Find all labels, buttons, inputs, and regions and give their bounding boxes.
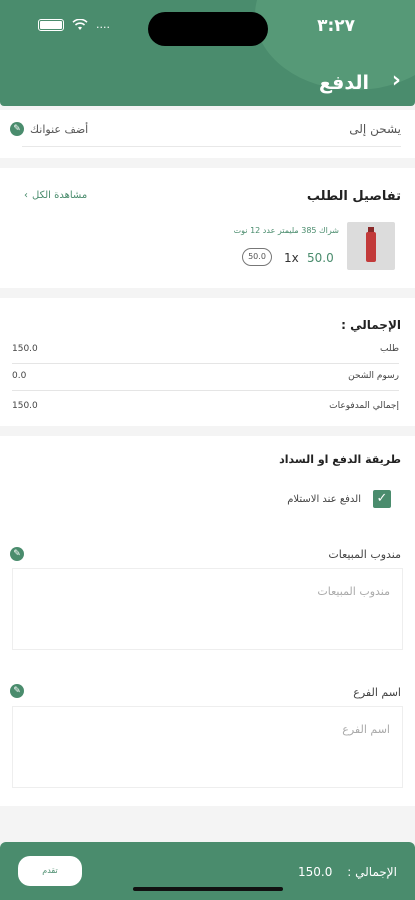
chevron-left-icon: ‹: [24, 190, 28, 201]
view-all-label: مشاهدة الكل: [32, 190, 88, 201]
page-title: الدفع: [318, 72, 369, 94]
branch-placeholder: اسم الفرع: [342, 723, 390, 736]
add-address-label: أضف عنوانك: [30, 122, 89, 136]
edit-icon[interactable]: ✎: [10, 684, 24, 698]
totals-row-value: 0.0: [12, 371, 27, 381]
order-details-title: تفاصيل الطلب: [306, 189, 401, 204]
signal-icon: ....: [96, 18, 110, 31]
checkout-footer: الإجمالي : 150.0 تقدم: [0, 842, 415, 900]
cash-on-delivery-label: الدفع عند الاستلام: [287, 493, 361, 505]
order-details-section: تفاصيل الطلب ‹ مشاهدة الكل شراك 385 مليم…: [0, 168, 415, 288]
totals-row: إجمالي المدفوعات 150.0: [12, 399, 399, 421]
sales-rep-input[interactable]: مندوب المبيعات: [12, 568, 403, 650]
sales-rep-label: مندوب المبيعات: [328, 548, 401, 561]
shipping-label: يشحن إلى: [349, 122, 401, 136]
dynamic-island: [148, 12, 268, 46]
price-badge: 50.0: [242, 248, 272, 266]
totals-row: طلب 150.0: [12, 342, 399, 364]
payment-title: طريقة الدفع او السداد: [279, 453, 401, 466]
totals-row-label: رسوم الشحن: [348, 371, 399, 381]
cash-on-delivery-option[interactable]: ✓ الدفع عند الاستلام: [287, 490, 391, 508]
payment-section: طريقة الدفع او السداد ✓ الدفع عند الاستل…: [0, 436, 415, 806]
back-button[interactable]: ›: [392, 68, 401, 93]
home-indicator: [133, 887, 283, 891]
totals-title: الإجمالي :: [341, 318, 401, 332]
divider: [22, 146, 401, 147]
edit-icon[interactable]: ✎: [10, 547, 24, 561]
branch-input[interactable]: اسم الفرع: [12, 706, 403, 788]
totals-row-value: 150.0: [12, 344, 38, 354]
edit-icon: ✎: [10, 122, 24, 136]
sales-rep-placeholder: مندوب المبيعات: [317, 585, 390, 598]
totals-section: الإجمالي : طلب 150.0 رسوم الشحن 0.0 إجما…: [0, 298, 415, 426]
app-header: ٣:٢٧ .... › الدفع: [0, 0, 415, 106]
product-name: شراك 385 مليمتر عدد 12 نوت: [233, 226, 339, 235]
add-address-button[interactable]: ✎ أضف عنوانك: [10, 122, 88, 136]
status-icons: ....: [38, 18, 110, 31]
totals-row: رسوم الشحن 0.0: [12, 369, 399, 391]
battery-icon: [38, 18, 64, 31]
status-time: ٣:٢٧: [317, 16, 355, 36]
checkbox-checked-icon[interactable]: ✓: [373, 490, 391, 508]
product-image[interactable]: [347, 222, 395, 270]
totals-row-label: إجمالي المدفوعات: [329, 401, 399, 411]
view-all-link[interactable]: ‹ مشاهدة الكل: [24, 190, 87, 201]
product-quantity: 1x: [284, 251, 299, 265]
wifi-icon: [72, 18, 88, 30]
totals-row-label: طلب: [380, 344, 399, 354]
shipping-section: يشحن إلى ✎ أضف عنوانك: [0, 110, 415, 158]
product-price: 50.0: [307, 251, 334, 265]
totals-row-value: 150.0: [12, 401, 38, 411]
footer-total-value: 150.0: [298, 865, 333, 879]
footer-total-label: الإجمالي :: [347, 865, 397, 879]
submit-button[interactable]: تقدم: [18, 856, 82, 886]
branch-label: اسم الفرع: [353, 686, 401, 699]
